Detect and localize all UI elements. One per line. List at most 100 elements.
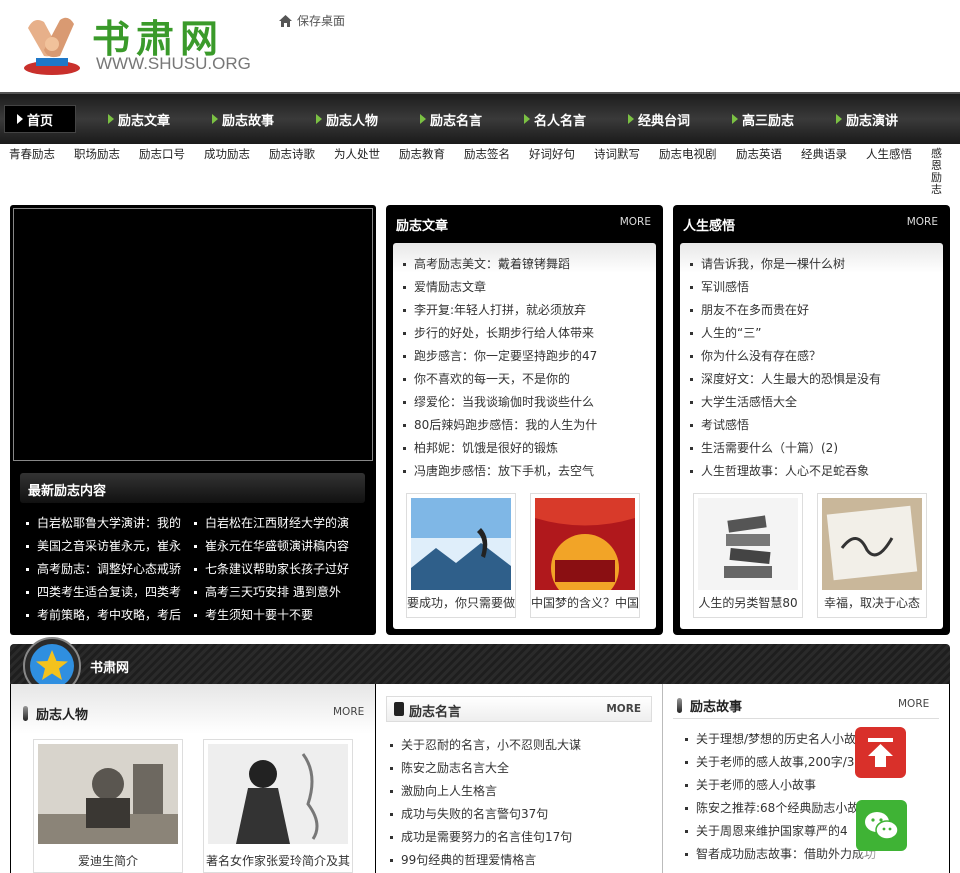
subnav-item-vertical[interactable]: 感恩励志: [931, 148, 944, 196]
latest-item-text: 考前策略，考中攻略，考后: [37, 608, 182, 622]
latest-item[interactable]: 四类考生适合复读，四类考: [26, 581, 190, 604]
latest-item-text: 考生须知十要十不要: [205, 608, 314, 622]
article-item[interactable]: 李开复:年轻人打拼，就必须放弃: [403, 299, 597, 322]
life-thumb-caption: 幸福，取决于心态: [823, 596, 920, 610]
subnav-item[interactable]: 为人处世: [334, 146, 380, 162]
life-item[interactable]: 军训感悟: [690, 276, 881, 299]
life-item[interactable]: 朋友不在多而贵在好: [690, 299, 881, 322]
article-thumb-caption: 中国梦的含义？中国: [531, 596, 639, 610]
main-nav: 首页 励志文章 励志故事 励志人物 励志名言 名人名言 经典台词 高三励志 励志…: [0, 92, 960, 144]
quote-item[interactable]: 陈安之励志名言大全: [390, 757, 581, 780]
subnav-item[interactable]: 职场励志: [74, 146, 120, 162]
back-to-top-button[interactable]: [855, 727, 906, 778]
save-desktop-link[interactable]: 保存桌面: [279, 12, 345, 29]
logo-text-en[interactable]: WWW.SHUSU.ORG: [96, 54, 251, 74]
latest-item[interactable]: 高考励志：调整好心态戒骄: [26, 558, 190, 581]
subnav-item[interactable]: 励志教育: [399, 146, 445, 162]
article-thumb[interactable]: 要成功，你只需要做: [406, 493, 516, 618]
bullet-icon: [194, 545, 197, 548]
logo-handshake-icon[interactable]: [14, 8, 92, 78]
bullet-icon: [690, 401, 693, 404]
article-item[interactable]: 跑步感言：你一定要坚持跑步的47: [403, 345, 597, 368]
articles-more-link[interactable]: MORE: [620, 216, 651, 228]
life-item[interactable]: 人生哲理故事：人心不足蛇吞象: [690, 460, 881, 483]
wechat-button[interactable]: [856, 800, 907, 851]
story-item[interactable]: 关于理想/梦想的历史名人小故: [685, 728, 876, 751]
nav-item-home[interactable]: 首页: [4, 105, 76, 133]
nav-item-speeches[interactable]: 励志演讲: [824, 105, 928, 133]
life-item-text: 考试感悟: [701, 418, 750, 432]
nav-item-articles[interactable]: 励志文章: [96, 105, 200, 133]
subnav-item[interactable]: 励志电视剧: [659, 146, 717, 162]
article-item[interactable]: 冯唐跑步感悟：放下手机，去空气: [403, 460, 597, 483]
article-item-text: 80后辣妈跑步感悟：我的人生为什: [414, 418, 598, 432]
subnav-item[interactable]: 励志英语: [736, 146, 782, 162]
nav-item-gaosan[interactable]: 高三励志: [720, 105, 824, 133]
latest-item[interactable]: 高考三天巧安排 遇到意外: [194, 581, 370, 604]
bullet-icon: [403, 355, 406, 358]
subnav-item[interactable]: 励志口号: [139, 146, 185, 162]
people-thumb[interactable]: 著名女作家张爱玲简介及其: [203, 739, 353, 873]
life-thumb[interactable]: 幸福，取决于心态: [817, 493, 927, 618]
quote-item[interactable]: 99句经典的哲理爱情格言: [390, 849, 581, 872]
article-item[interactable]: 步行的好处，长期步行给人体带来: [403, 322, 597, 345]
article-item[interactable]: 缪爱伦：当我谈瑜伽时我谈些什么: [403, 391, 597, 414]
subnav-item[interactable]: 励志签名: [464, 146, 510, 162]
article-item[interactable]: 爱情励志文章: [403, 276, 597, 299]
quote-item[interactable]: 成功与失败的名言警句37句: [390, 803, 581, 826]
subnav-item[interactable]: 人生感悟: [866, 146, 912, 162]
image-slider[interactable]: [13, 208, 373, 461]
story-item[interactable]: 关于老师的感人故事,200字/3: [685, 751, 876, 774]
sub-nav: 青春励志 职场励志 励志口号 成功励志 励志诗歌 为人处世 励志教育 励志签名 …: [0, 146, 960, 196]
bullet-icon: [390, 836, 393, 839]
quotes-more-link[interactable]: MORE: [606, 703, 641, 715]
people-thumb[interactable]: 爱迪生简介: [33, 739, 183, 873]
life-thumb[interactable]: 人生的另类智慧80: [693, 493, 803, 618]
nav-item-famous-quotes[interactable]: 名人名言: [512, 105, 616, 133]
subnav-item[interactable]: 青春励志: [9, 146, 55, 162]
stories-header: 励志故事: [677, 696, 742, 715]
nav-item-quotes[interactable]: 励志名言: [408, 105, 512, 133]
life-item[interactable]: 考试感悟: [690, 414, 881, 437]
nav-item-classic-lines[interactable]: 经典台词: [616, 105, 720, 133]
subnav-item[interactable]: 好词好句: [529, 146, 575, 162]
article-thumb[interactable]: 中国梦的含义？中国: [530, 493, 640, 618]
life-item[interactable]: 人生的“三”: [690, 322, 881, 345]
subnav-item[interactable]: 励志诗歌: [269, 146, 315, 162]
article-item[interactable]: 80后辣妈跑步感悟：我的人生为什: [403, 414, 597, 437]
latest-item[interactable]: 崔永元在华盛顿演讲稿内容: [194, 535, 370, 558]
story-item[interactable]: 陈安之推荐:68个经典励志小故: [685, 797, 876, 820]
latest-item[interactable]: 美国之音采访崔永元，崔永: [26, 535, 190, 558]
article-item[interactable]: 高考励志美文：戴着镣铐舞蹈: [403, 253, 597, 276]
latest-item[interactable]: 考生须知十要十不要: [194, 604, 370, 627]
subnav-item[interactable]: 诗词默写: [594, 146, 640, 162]
subnav-item[interactable]: 成功励志: [204, 146, 250, 162]
life-item[interactable]: 你为什么没有存在感？: [690, 345, 881, 368]
article-item[interactable]: 你不喜欢的每一天，不是你的: [403, 368, 597, 391]
story-item[interactable]: 智者成功励志故事：借助外力成功: [685, 843, 876, 866]
subnav-item[interactable]: 经典语录: [801, 146, 847, 162]
life-item[interactable]: 大学生活感悟大全: [690, 391, 881, 414]
nav-item-people[interactable]: 励志人物: [304, 105, 408, 133]
life-item[interactable]: 深度好文：人生最大的恐惧是没有: [690, 368, 881, 391]
pill-icon: [23, 706, 28, 721]
story-item[interactable]: 关于周恩来维护国家尊严的4: [685, 820, 876, 843]
article-item[interactable]: 柏邦妮：饥饿是很好的锻炼: [403, 437, 597, 460]
article-item-text: 冯唐跑步感悟：放下手机，去空气: [414, 464, 595, 478]
quote-item[interactable]: 关于忍耐的名言，小不忍则乱大谋: [390, 734, 581, 757]
latest-item[interactable]: 考前策略，考中攻略，考后: [26, 604, 190, 627]
latest-item[interactable]: 七条建议帮助家长孩子过好: [194, 558, 370, 581]
quote-item[interactable]: 激励向上人生格言: [390, 780, 581, 803]
life-item[interactable]: 请告诉我，你是一棵什么树: [690, 253, 881, 276]
life-header: 人生感悟 MORE: [673, 205, 950, 241]
latest-item[interactable]: 白岩松耶鲁大学演讲：我的: [26, 512, 190, 535]
story-item[interactable]: 关于老师的感人小故事: [685, 774, 876, 797]
quote-item-text: 成功是需要努力的名言佳句17句: [401, 830, 573, 844]
life-more-link[interactable]: MORE: [907, 216, 938, 228]
quote-item[interactable]: 成功是需要努力的名言佳句17句: [390, 826, 581, 849]
people-more-link[interactable]: MORE: [333, 706, 364, 718]
latest-item[interactable]: 白岩松在江西财经大学的演: [194, 512, 370, 535]
stories-more-link[interactable]: MORE: [898, 698, 929, 710]
life-item[interactable]: 生活需要什么（十篇）(2): [690, 437, 881, 460]
nav-item-stories[interactable]: 励志故事: [200, 105, 304, 133]
